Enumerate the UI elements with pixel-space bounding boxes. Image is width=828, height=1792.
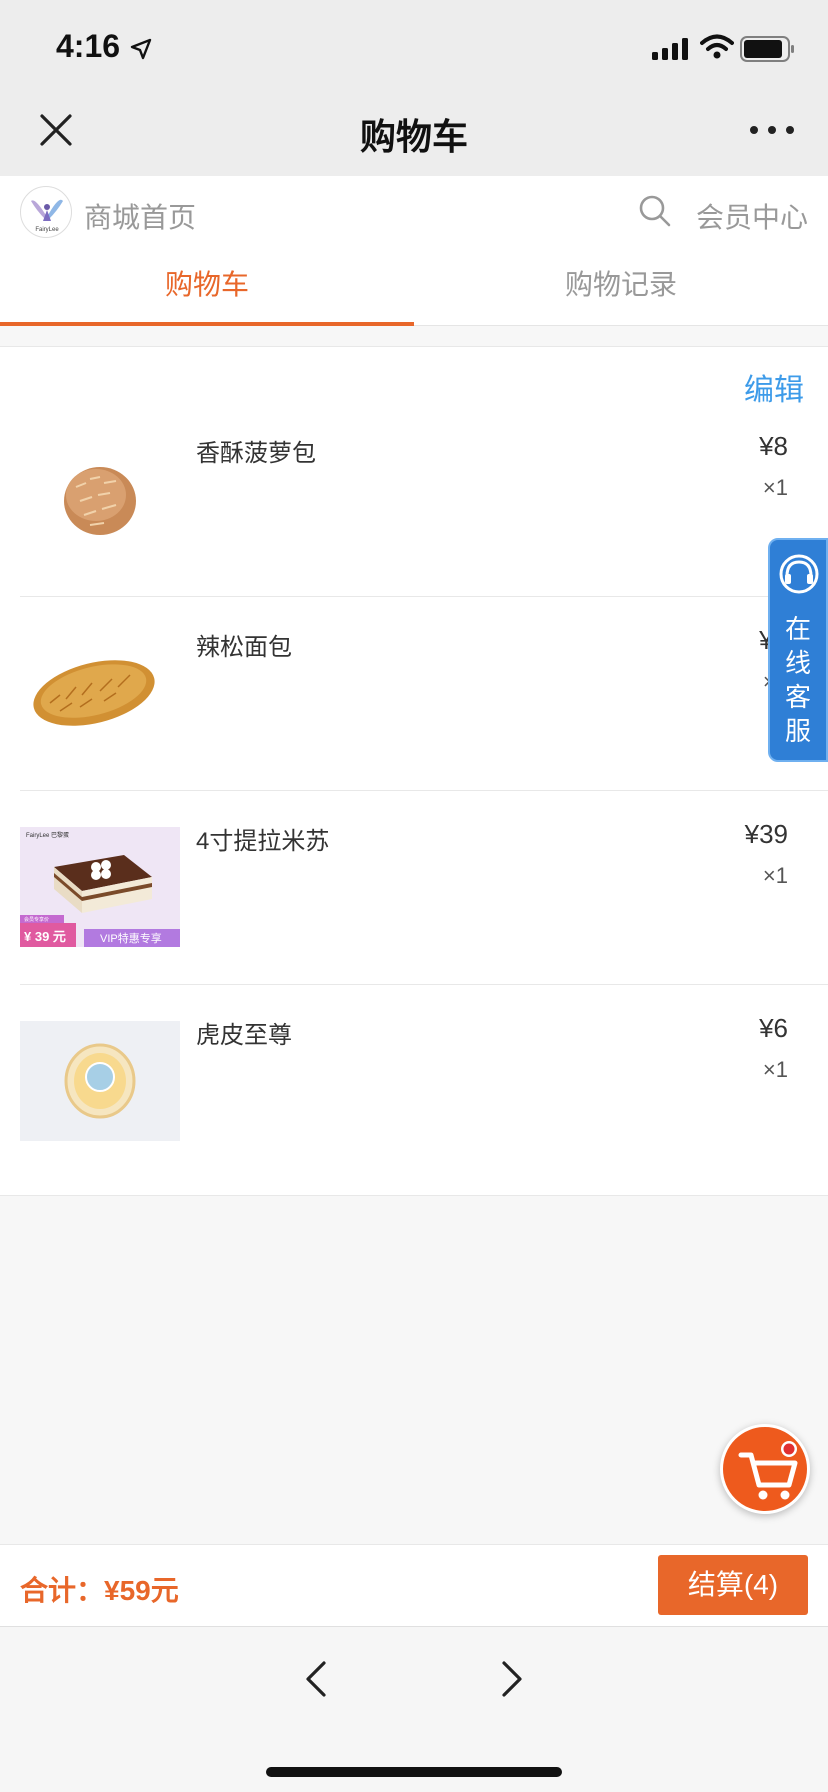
headset-icon xyxy=(779,554,819,594)
item-name: 4寸提拉米苏 xyxy=(196,828,330,855)
cart-item[interactable]: FairyLee 巴黎蛋 会员专享价 ¥ 39 元 VIP特惠专享 4寸提拉米苏… xyxy=(0,791,828,985)
tab-bar: 购物车 购物记录 xyxy=(0,248,828,326)
cart-item[interactable]: 虎皮至尊 ¥6 ×1 xyxy=(0,985,828,1179)
total-amount: 合计：¥59元 xyxy=(20,1575,179,1606)
item-quantity: ×1 xyxy=(762,1057,788,1082)
cart-item[interactable]: 辣松面包 ¥6 ×1 xyxy=(0,597,828,791)
item-name: 香酥菠萝包 xyxy=(196,440,316,467)
item-name: 辣松面包 xyxy=(196,634,292,661)
store-home-link[interactable]: 商城首页 xyxy=(84,196,196,236)
item-price: ¥6 xyxy=(759,1013,788,1043)
svg-text:会员专享价: 会员专享价 xyxy=(24,916,49,923)
item-price: ¥39 xyxy=(744,819,788,849)
cart-list: 编辑 香酥菠萝包 ¥8 ×1 辣松面包 FairyLee 巴黎蛋 会员专享价 ¥… xyxy=(0,346,828,1196)
svg-text:FairyLee: FairyLee xyxy=(35,227,59,233)
forward-icon[interactable] xyxy=(496,1657,530,1701)
floating-cart-button[interactable] xyxy=(720,1424,810,1514)
home-indicator xyxy=(266,1767,562,1777)
store-header: FairyLee 商城首页 会员中心 xyxy=(0,176,828,248)
tiger-skin-cake-image xyxy=(20,1021,180,1141)
page-title: 购物车 xyxy=(359,116,468,157)
item-name: 虎皮至尊 xyxy=(196,1022,292,1049)
battery-icon xyxy=(740,36,794,62)
back-icon[interactable] xyxy=(298,1657,332,1701)
svg-text:¥ 39 元: ¥ 39 元 xyxy=(24,929,66,944)
more-icon[interactable] xyxy=(748,118,796,142)
online-service-button[interactable]: 在 线 客 服 xyxy=(768,538,828,762)
tab-cart[interactable]: 购物车 xyxy=(0,248,414,326)
search-icon[interactable] xyxy=(638,194,672,228)
browser-toolbar xyxy=(0,1626,828,1792)
svg-text:VIP特惠专享: VIP特惠专享 xyxy=(100,931,162,945)
svg-text:FairyLee 巴黎蛋: FairyLee 巴黎蛋 xyxy=(26,831,69,839)
item-quantity: ×1 xyxy=(762,475,788,500)
shopping-cart-icon xyxy=(738,1441,798,1500)
pineapple-bun-image xyxy=(20,439,180,559)
wifi-icon xyxy=(700,34,734,59)
store-logo[interactable]: FairyLee xyxy=(20,186,72,238)
tab-purchase-history[interactable]: 购物记录 xyxy=(414,248,828,326)
member-center-link[interactable]: 会员中心 xyxy=(696,196,808,236)
cart-item[interactable]: 香酥菠萝包 ¥8 ×1 xyxy=(0,403,828,597)
tiramisu-image: FairyLee 巴黎蛋 会员专享价 ¥ 39 元 VIP特惠专享 xyxy=(20,827,180,947)
checkout-button[interactable]: 结算(4) xyxy=(658,1555,808,1615)
fairy-logo-icon: FairyLee xyxy=(31,199,63,233)
checkout-bar: 合计：¥59元 结算(4) xyxy=(0,1544,828,1626)
location-arrow-icon xyxy=(130,38,152,60)
signal-icon xyxy=(652,38,688,60)
item-price: ¥8 xyxy=(759,431,788,461)
item-quantity: ×1 xyxy=(762,863,788,888)
top-bar: 4:16 购物车 xyxy=(0,0,828,176)
pork-floss-bread-image xyxy=(20,633,180,753)
status-time: 4:16 xyxy=(56,28,121,64)
online-service-label: 在 线 客 服 xyxy=(784,614,811,746)
